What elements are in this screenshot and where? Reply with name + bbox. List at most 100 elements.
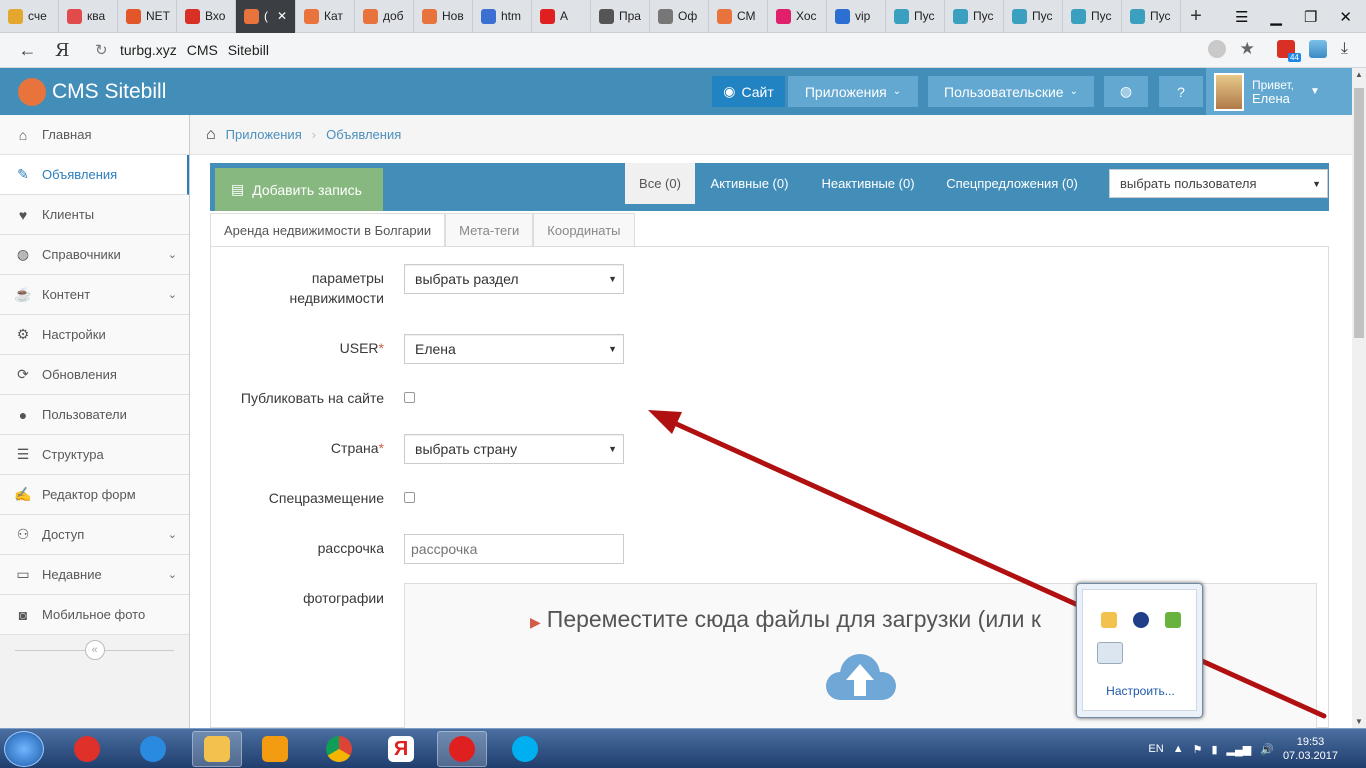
sidebar-item[interactable]: ♥ Клиенты [0, 195, 189, 235]
show-hidden-icons-icon[interactable]: ▲ [1173, 743, 1184, 755]
browser-tab[interactable]: NET [118, 0, 177, 33]
browser-tab[interactable]: Пус [1063, 0, 1122, 33]
add-record-button[interactable]: ▤ Добавить запись [215, 168, 383, 211]
menu-icon[interactable]: ☰ [1235, 8, 1248, 26]
section-select[interactable]: выбрать раздел ▼ [404, 264, 624, 294]
browser-tab[interactable]: Пус [886, 0, 945, 33]
sidebar-item[interactable]: ▭ Недавние ⌄ [0, 555, 189, 595]
brand-logo[interactable]: CMS Sitebill [18, 78, 166, 106]
sidebar-item[interactable]: ⟳ Обновления [0, 355, 189, 395]
browser-tab[interactable]: Пус [1122, 0, 1181, 33]
volume-icon[interactable]: 🔊 [1260, 743, 1274, 756]
folder-tray-icon[interactable] [1101, 612, 1117, 628]
filter-active[interactable]: Активные (0) [701, 163, 798, 204]
browser-tab[interactable]: Хос [768, 0, 827, 33]
mail-notification-icon[interactable]: 44 [1276, 40, 1301, 62]
breadcrumb-ads[interactable]: Объявления [326, 127, 401, 142]
browser-tab[interactable]: (✕ [236, 0, 296, 33]
new-tab-button[interactable]: + [1181, 5, 1211, 28]
scroll-down-icon[interactable]: ▼ [1352, 717, 1366, 726]
tab-rental[interactable]: Аренда недвижимости в Болгарии [210, 213, 446, 247]
tray-configure-link[interactable]: Настроить... [1083, 684, 1198, 698]
filter-inactive[interactable]: Неактивные (0) [808, 163, 928, 204]
browser-tab[interactable]: Пус [1004, 0, 1063, 33]
browser-tab[interactable]: Кат [296, 0, 355, 33]
user-menu[interactable]: Привет, Елена ▼ [1206, 68, 1352, 115]
clock[interactable]: 19:53 07.03.2017 [1283, 735, 1338, 763]
browser-tab[interactable]: сче [0, 0, 59, 33]
browser-tab[interactable]: Вхо [177, 0, 236, 33]
sidebar-item[interactable]: ⚙ Настройки [0, 315, 189, 355]
taskbar-yandex-browser[interactable] [437, 731, 487, 767]
tab-coordinates[interactable]: Координаты [533, 213, 635, 246]
tab-meta-tags[interactable]: Мета-теги [445, 213, 534, 246]
taskbar-media[interactable] [250, 731, 300, 767]
globe-button[interactable]: ◍ [1104, 76, 1148, 107]
browser-tab[interactable]: Оф [650, 0, 709, 33]
country-select[interactable]: выбрать страну ▼ [404, 434, 624, 464]
apps-dropdown[interactable]: Приложения ⌄ [788, 76, 918, 107]
browser-tab[interactable]: СМ [709, 0, 768, 33]
network-icon[interactable]: ▮ [1211, 743, 1217, 756]
sidebar-item[interactable]: ✍ Редактор форм [0, 475, 189, 515]
taskbar-ie[interactable] [128, 731, 178, 767]
url-field[interactable]: turbg.xyz CMS Sitebill [120, 42, 269, 58]
home-icon[interactable]: ⌂ [206, 126, 216, 144]
image-icon[interactable] [1308, 40, 1327, 58]
browser-tab[interactable]: ква [59, 0, 118, 33]
sidebar-item-label: Редактор форм [42, 487, 136, 502]
breadcrumb-apps[interactable]: Приложения [226, 127, 302, 142]
minimize-icon[interactable]: ▁ [1270, 8, 1282, 26]
user-select[interactable]: Елена ▼ [404, 334, 624, 364]
scroll-up-icon[interactable]: ▲ [1352, 70, 1366, 79]
close-tab-icon[interactable]: ✕ [277, 9, 287, 23]
browser-tab[interactable]: Пра [591, 0, 650, 33]
download-icon[interactable]: ⤓ [1341, 40, 1348, 58]
browser-tab[interactable]: доб [355, 0, 414, 33]
protect-icon[interactable] [1207, 40, 1226, 58]
sidebar-item[interactable]: ✎ Объявления [0, 155, 189, 195]
sidebar-item[interactable]: ◍ Справочники ⌄ [0, 235, 189, 275]
browser-tab[interactable]: А [532, 0, 591, 33]
taskbar-chrome[interactable] [314, 731, 364, 767]
user-menus-dropdown[interactable]: Пользовательские ⌄ [928, 76, 1094, 107]
sidebar-item[interactable]: ☕ Контент ⌄ [0, 275, 189, 315]
browser-tab[interactable]: Пус [945, 0, 1004, 33]
page-scrollbar[interactable]: ▲ ▼ [1352, 68, 1366, 728]
evernote-icon[interactable] [1165, 612, 1181, 628]
yandex-logo-icon[interactable]: Я [55, 40, 95, 61]
reload-icon[interactable]: ↻ [95, 41, 120, 59]
close-window-icon[interactable]: ✕ [1339, 8, 1352, 26]
user-filter-select[interactable]: выбрать пользователя ▼ [1109, 169, 1328, 198]
help-button[interactable]: ? [1159, 76, 1203, 107]
scroll-thumb[interactable] [1354, 88, 1364, 338]
back-arrow-icon[interactable]: ← [0, 40, 55, 61]
restore-icon[interactable]: ❐ [1304, 8, 1317, 26]
publish-checkbox[interactable] [404, 392, 415, 403]
bookmark-star-icon[interactable]: ★ [1240, 39, 1255, 59]
collapse-sidebar-icon[interactable]: « [84, 640, 105, 660]
language-indicator[interactable]: EN [1148, 743, 1163, 755]
start-button[interactable] [4, 731, 44, 767]
flag-icon[interactable]: ⚑ [1193, 743, 1203, 756]
sidebar-item[interactable]: ◙ Мобильное фото [0, 595, 189, 635]
browser-tab[interactable]: Нов [414, 0, 473, 33]
sidebar-item[interactable]: ⚇ Доступ ⌄ [0, 515, 189, 555]
taskbar-mic[interactable] [62, 731, 112, 767]
filter-special[interactable]: Спецпредложения (0) [936, 163, 1088, 204]
taskbar-yandex[interactable]: Я [376, 731, 426, 767]
browser-tab[interactable]: htm [473, 0, 532, 33]
app-tray-icon[interactable] [1097, 642, 1123, 664]
taskbar-skype[interactable] [500, 731, 550, 767]
sidebar-item[interactable]: ☰ Структура [0, 435, 189, 475]
browser-tab[interactable]: vip [827, 0, 886, 33]
site-button[interactable]: ◉ Сайт [712, 76, 785, 107]
bluetooth-icon[interactable] [1133, 612, 1149, 628]
sidebar-item[interactable]: ● Пользователи [0, 395, 189, 435]
taskbar-explorer[interactable] [192, 731, 242, 767]
sidebar-item[interactable]: ⌂ Главная [0, 115, 189, 155]
special-checkbox[interactable] [404, 492, 415, 503]
signal-icon[interactable]: ▂▄▆ [1227, 743, 1252, 756]
installment-input[interactable] [404, 534, 624, 564]
filter-all[interactable]: Все (0) [625, 163, 695, 204]
